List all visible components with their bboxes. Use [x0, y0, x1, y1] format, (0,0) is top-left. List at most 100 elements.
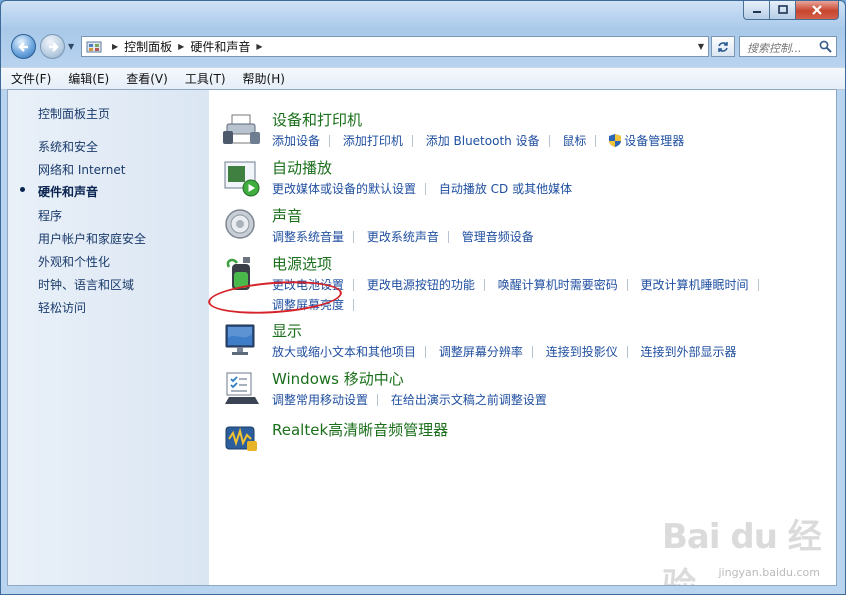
link-separator: [425, 183, 427, 195]
menu-help[interactable]: 帮助(H): [243, 70, 285, 87]
category-links-row-2: 调整屏幕亮度: [272, 296, 768, 313]
mobility-center-icon: [225, 372, 259, 404]
uac-shield-icon: [609, 134, 622, 147]
search-input[interactable]: [745, 39, 821, 58]
category-links: 更改电池设置 更改电源按钮的功能 唤醒计算机时需要密码 更改计算机睡眠时间 调整…: [272, 276, 768, 313]
maximize-icon: [777, 5, 788, 14]
link-device-manager[interactable]: 设备管理器: [624, 132, 684, 149]
link-separator: [377, 394, 379, 406]
category-title[interactable]: 显示: [272, 320, 302, 341]
breadcrumb-control-panel[interactable]: 控制面板: [124, 38, 172, 55]
arrow-right-icon: [48, 41, 59, 52]
category-links: 调整常用移动设置 在给出演示文稿之前调整设置: [272, 391, 547, 408]
breadcrumb-hardware-and-sound[interactable]: 硬件和声音: [190, 38, 250, 55]
link-separator: [447, 231, 449, 243]
breadcrumb-separator[interactable]: ▶: [256, 42, 262, 51]
search-icon[interactable]: [819, 40, 832, 53]
arrow-left-icon: [17, 41, 28, 52]
minimize-button[interactable]: [743, 1, 769, 20]
breadcrumb-separator[interactable]: ▶: [178, 42, 184, 51]
refresh-button[interactable]: [711, 36, 735, 57]
link-adjust-volume[interactable]: 调整系统音量: [272, 228, 344, 245]
sidebar-item-system-security[interactable]: 系统和安全: [38, 138, 98, 155]
link-require-password-on-wake[interactable]: 唤醒计算机时需要密码: [498, 276, 618, 293]
sidebar-item-network[interactable]: 网络和 Internet: [38, 161, 125, 178]
sidebar-item-clock-language[interactable]: 时钟、语言和区域: [38, 276, 134, 293]
link-change-system-sounds[interactable]: 更改系统声音: [367, 228, 439, 245]
sidebar-item-appearance[interactable]: 外观和个性化: [38, 253, 110, 270]
sidebar-item-programs[interactable]: 程序: [38, 207, 62, 224]
link-separator: [329, 135, 331, 147]
minimize-icon: [752, 11, 761, 13]
category-title[interactable]: 设备和打印机: [272, 109, 362, 130]
category-title[interactable]: 自动播放: [272, 157, 332, 178]
sidebar-item-label: 硬件和声音: [38, 185, 99, 199]
printer-icon: [223, 114, 260, 144]
link-autoplay-cd[interactable]: 自动播放 CD 或其他媒体: [439, 180, 572, 197]
link-presentation-settings[interactable]: 在给出演示文稿之前调整设置: [391, 391, 547, 408]
category-title[interactable]: 电源选项: [272, 253, 332, 274]
link-separator: [595, 135, 597, 147]
address-dropdown-icon[interactable]: ▼: [698, 42, 704, 51]
navigation-bar: ▼ ▶ 控制面板 ▶ 硬件和声音 ▶ ▼: [9, 33, 837, 61]
link-screen-resolution[interactable]: 调整屏幕分辨率: [439, 343, 523, 360]
menu-tools[interactable]: 工具(T): [185, 70, 226, 87]
menu-file[interactable]: 文件(F): [11, 70, 51, 87]
link-mouse[interactable]: 鼠标: [562, 132, 586, 149]
caption-buttons: [743, 1, 839, 21]
control-panel-window: ▼ ▶ 控制面板 ▶ 硬件和声音 ▶ ▼ 文件(F) 编辑(E) 查看(V) 工…: [0, 0, 846, 595]
link-add-bluetooth-device[interactable]: 添加 Bluetooth 设备: [426, 132, 540, 149]
link-separator: [626, 279, 628, 291]
link-adjust-mobility-settings[interactable]: 调整常用移动设置: [272, 391, 368, 408]
link-change-sleep-time[interactable]: 更改计算机睡眠时间: [641, 276, 749, 293]
category-links: 放大或缩小文本和其他项目 调整屏幕分辨率 连接到投影仪 连接到外部显示器: [272, 343, 737, 360]
category-title[interactable]: 声音: [272, 205, 302, 226]
search-box[interactable]: [739, 36, 837, 58]
link-connect-projector[interactable]: 连接到投影仪: [546, 343, 618, 360]
link-separator: [483, 279, 485, 291]
menu-bar: 文件(F) 编辑(E) 查看(V) 工具(T) 帮助(H): [1, 67, 845, 90]
link-add-printer[interactable]: 添加打印机: [343, 132, 403, 149]
link-change-default-settings[interactable]: 更改媒体或设备的默认设置: [272, 180, 416, 197]
forward-button[interactable]: [40, 34, 65, 59]
link-separator: [757, 279, 759, 291]
category-title[interactable]: Realtek高清晰音频管理器: [272, 419, 448, 440]
category-links: 添加设备 添加打印机 添加 Bluetooth 设备 鼠标 设备管理器: [272, 132, 684, 149]
address-bar[interactable]: ▶ 控制面板 ▶ 硬件和声音 ▶ ▼: [81, 36, 709, 57]
category-links: 更改媒体或设备的默认设置 自动播放 CD 或其他媒体: [272, 180, 572, 197]
refresh-icon: [718, 41, 728, 52]
link-separator: [425, 346, 427, 358]
menu-view[interactable]: 查看(V): [126, 70, 168, 87]
link-connect-external-display[interactable]: 连接到外部显示器: [641, 343, 737, 360]
autoplay-icon: [224, 161, 260, 197]
breadcrumb-separator: ▶: [112, 42, 119, 51]
link-separator: [531, 346, 533, 358]
close-icon: [812, 5, 822, 15]
maximize-button[interactable]: [769, 1, 795, 20]
back-button[interactable]: [11, 34, 36, 59]
speaker-icon: [225, 209, 255, 239]
link-power-button-function[interactable]: 更改电源按钮的功能: [367, 276, 475, 293]
link-separator: [353, 299, 355, 311]
sidebar-item-user-accounts[interactable]: 用户帐户和家庭安全: [38, 230, 146, 247]
link-manage-audio-devices[interactable]: 管理音频设备: [462, 228, 534, 245]
link-add-device[interactable]: 添加设备: [272, 132, 320, 149]
category-links: 调整系统音量 更改系统声音 管理音频设备: [272, 228, 534, 245]
link-separator: [411, 135, 413, 147]
link-text-size[interactable]: 放大或缩小文本和其他项目: [272, 343, 416, 360]
control-panel-icon: [86, 41, 102, 52]
current-page-bullet: [20, 187, 25, 192]
link-separator: [626, 346, 628, 358]
sidebar-item-ease-of-access[interactable]: 轻松访问: [38, 299, 86, 316]
link-separator: [548, 135, 550, 147]
recent-pages-dropdown[interactable]: ▼: [68, 42, 74, 51]
link-separator: [353, 231, 355, 243]
category-title[interactable]: Windows 移动中心: [272, 368, 404, 389]
close-button[interactable]: [795, 1, 839, 20]
menu-edit[interactable]: 编辑(E): [68, 70, 109, 87]
sidebar-home-link[interactable]: 控制面板主页: [38, 105, 110, 122]
sidebar-item-hardware-sound[interactable]: 硬件和声音: [20, 183, 99, 200]
monitor-icon: [225, 324, 255, 355]
chevron-down-icon: ▼: [68, 42, 75, 51]
watermark-url: jingyan.baidu.com: [718, 566, 820, 579]
